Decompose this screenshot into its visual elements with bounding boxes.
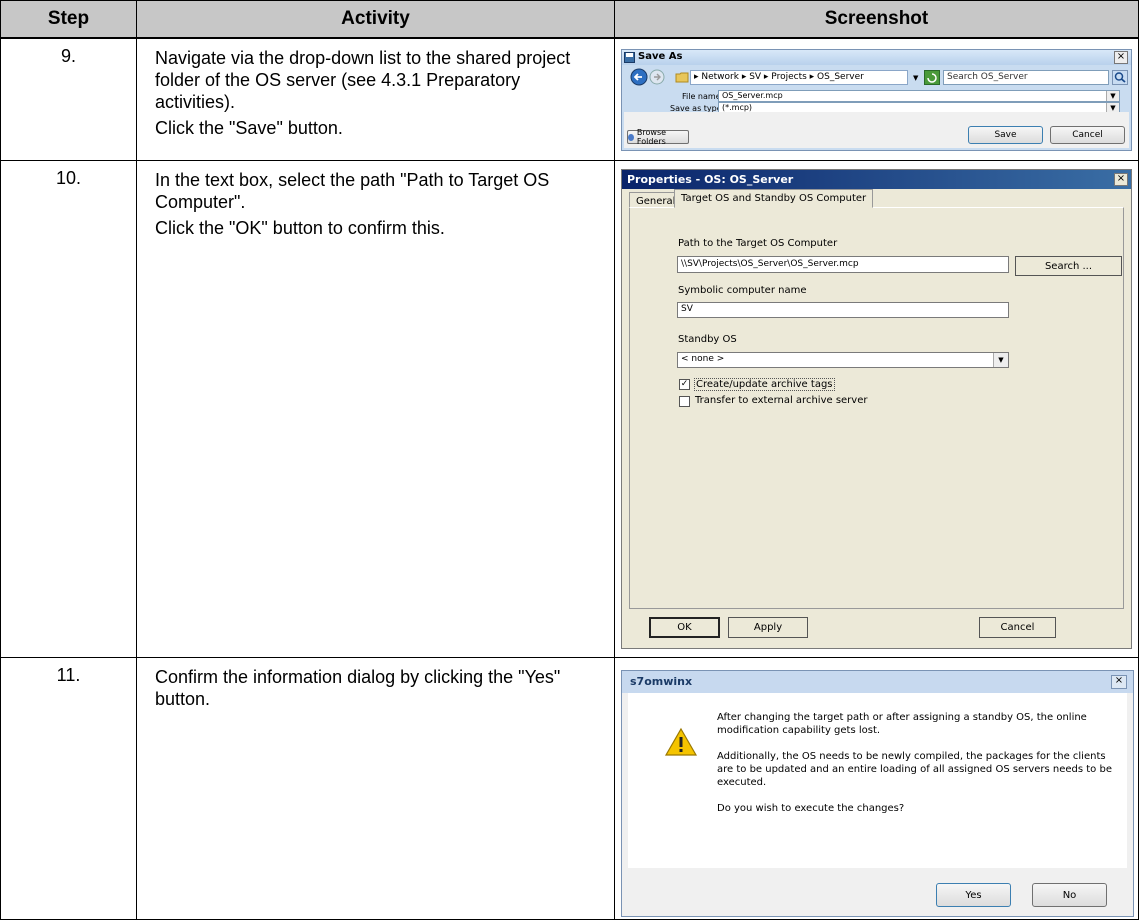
activity-paragraph: Confirm the information dialog by clicki… (155, 667, 561, 709)
dialog-title: Save As (638, 51, 683, 62)
warning-icon (664, 727, 698, 756)
activity-text: Confirm the information dialog by clicki… (137, 658, 614, 714)
standby-os-label: Standby OS (678, 334, 737, 345)
step-number: 9. (60, 46, 76, 66)
activity-text: Navigate via the drop-down list to the s… (137, 39, 614, 143)
dialog-title: Properties - OS: OS_Server (627, 173, 794, 186)
message-dialog: s7omwinx × After changing the target pat… (621, 670, 1134, 917)
activity-text: In the text box, select the path "Path t… (137, 161, 614, 243)
message-text: After changing the target path or after … (717, 711, 1117, 828)
table-border-top (0, 0, 1139, 1)
search-icon[interactable] (1112, 70, 1128, 85)
step-number: 11. (56, 665, 81, 685)
path-field[interactable]: \\SV\Projects\OS_Server\OS_Server.mcp (677, 256, 1009, 273)
search-input[interactable]: Search OS_Server (943, 70, 1109, 85)
column-divider (614, 0, 615, 920)
standby-os-select[interactable]: < none > ▼ (677, 352, 1009, 368)
file-name-value: OS_Server.mcp (722, 91, 783, 100)
cancel-button[interactable]: Cancel (979, 617, 1056, 638)
address-bar[interactable]: ▸ Network ▸ SV ▸ Projects ▸ OS_Server (690, 70, 908, 85)
transfer-archive-checkbox[interactable] (679, 396, 690, 407)
close-button[interactable]: × (1114, 173, 1128, 186)
browse-folders-button[interactable]: Browse Folders (627, 128, 689, 146)
create-archive-checkbox[interactable]: ✓ (679, 379, 690, 390)
cancel-button[interactable]: Cancel (1050, 126, 1125, 144)
title-bar: Save As × (622, 50, 1131, 65)
title-bar: Properties - OS: OS_Server × (622, 170, 1131, 189)
chevron-down-icon[interactable]: ▼ (1106, 91, 1119, 101)
table-border-left (0, 0, 1, 920)
dialog-title: s7omwinx (630, 675, 693, 688)
file-name-field[interactable]: OS_Server.mcp ▼ (718, 90, 1120, 102)
back-arrow-icon[interactable] (630, 68, 648, 86)
save-as-dialog: Save As × ▸ Network ▸ SV ▸ Projects ▸ OS… (621, 49, 1132, 151)
chevron-down-icon[interactable]: ▼ (993, 353, 1008, 367)
no-button[interactable]: No (1032, 883, 1107, 907)
expand-icon (628, 133, 634, 141)
activity-paragraph: Navigate via the drop-down list to the s… (155, 48, 571, 112)
activity-paragraph: Click the "Save" button. (155, 118, 343, 138)
step-number: 10. (55, 168, 82, 188)
search-button[interactable]: Search ... (1015, 256, 1122, 276)
forward-arrow-icon[interactable] (649, 69, 665, 85)
header-step: Step (1, 1, 136, 37)
properties-dialog: Properties - OS: OS_Server × General Tar… (621, 169, 1132, 649)
yes-button[interactable]: Yes (936, 883, 1011, 907)
refresh-icon[interactable] (924, 70, 940, 85)
path-label: Path to the Target OS Computer (678, 238, 838, 249)
save-type-value: (*.mcp) (722, 103, 753, 112)
header-activity: Activity (137, 1, 614, 37)
apply-button[interactable]: Apply (728, 617, 808, 638)
transfer-archive-label: Transfer to external archive server (695, 395, 868, 406)
symbolic-name-field[interactable]: SV (677, 302, 1009, 318)
save-button[interactable]: Save (968, 126, 1043, 144)
message-paragraph: Do you wish to execute the changes? (717, 803, 905, 814)
close-button[interactable]: × (1111, 675, 1127, 689)
message-paragraph: After changing the target path or after … (717, 712, 1087, 736)
activity-paragraph: Click the "OK" button to confirm this. (155, 218, 445, 238)
message-paragraph: Additionally, the OS needs to be newly c… (717, 751, 1112, 788)
breadcrumb: ▸ Network ▸ SV ▸ Projects ▸ OS_Server (694, 72, 864, 82)
close-button[interactable]: × (1114, 51, 1128, 64)
symbolic-name-label: Symbolic computer name (678, 285, 807, 296)
browse-folders-label: Browse Folders (636, 128, 667, 146)
tab-target-os[interactable]: Target OS and Standby OS Computer (674, 189, 874, 208)
ok-button[interactable]: OK (649, 617, 720, 638)
activity-paragraph: In the text box, select the path "Path t… (155, 170, 550, 212)
create-archive-label: Create/update archive tags (694, 378, 835, 391)
standby-os-value: < none > (681, 354, 725, 364)
header-screenshot: Screenshot (615, 1, 1138, 37)
save-icon (624, 52, 635, 63)
chevron-down-icon[interactable]: ▼ (913, 74, 918, 82)
title-bar: s7omwinx × (622, 671, 1133, 693)
folder-icon (675, 72, 689, 83)
